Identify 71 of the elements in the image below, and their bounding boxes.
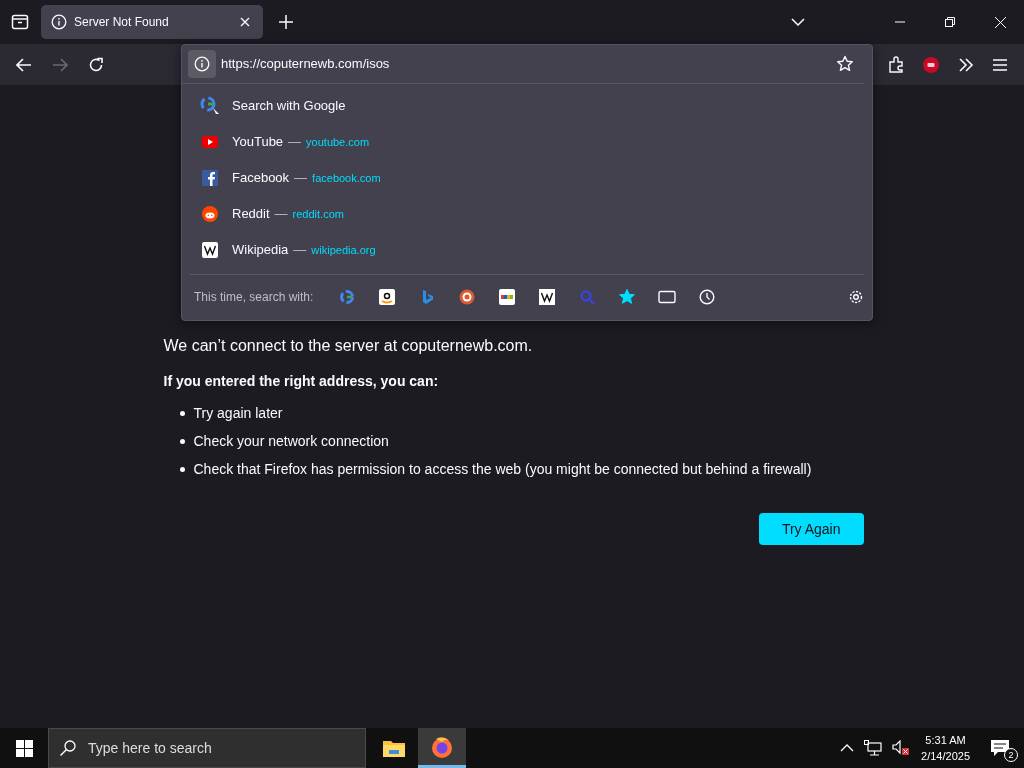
play-icon (200, 135, 220, 148)
google-icon (200, 95, 220, 116)
notification-icon[interactable] (990, 739, 1010, 757)
suggestion-item[interactable]: Wikipedia — wikipedia.org (182, 231, 872, 268)
separator-dash: — (288, 134, 302, 150)
suggestion-item[interactable]: Facebook — facebook.com (182, 159, 872, 196)
advice-item: Check that Firefox has permission to access the web (you might be connected but behind a firewall) (193, 461, 812, 477)
chevron-down-icon[interactable] (791, 18, 805, 26)
separator-dash: — (294, 170, 308, 186)
bullet-icon (179, 438, 185, 444)
suggestion-title: Reddit (232, 206, 270, 222)
suggestion-title: YouTube (232, 134, 284, 150)
error-message: We can’t connect to the server at coputernewb.com. (163, 337, 534, 355)
new-tab-icon[interactable] (279, 15, 293, 29)
search-with-label: This time, search with: (194, 290, 314, 305)
suggestion-title: Search with Google (232, 98, 346, 114)
separator-dash: — (293, 242, 307, 258)
clock-time[interactable]: 5:31 AM (925, 732, 966, 748)
advice-item: Try again later (193, 405, 283, 421)
advice-item: Check your network connection (193, 433, 389, 449)
taskbar-search-field[interactable]: Type here to search (48, 728, 366, 768)
amazon-icon[interactable] (379, 289, 396, 306)
close-icon[interactable] (239, 16, 251, 28)
bullet-icon (179, 410, 185, 416)
suggestion-url: reddit.com (292, 207, 344, 220)
suggestion-item[interactable]: Search with Google (182, 87, 872, 124)
fox-globe-icon (430, 734, 454, 759)
info-icon (194, 55, 210, 72)
restore-icon[interactable] (945, 17, 955, 27)
puzzle-piece-icon[interactable] (888, 56, 904, 73)
star-icon[interactable] (836, 54, 854, 73)
folder-icon (383, 739, 405, 757)
google-icon[interactable] (339, 289, 356, 306)
duckduckgo-icon[interactable] (459, 289, 476, 306)
ebay-icon[interactable] (499, 289, 516, 306)
network-icon[interactable] (864, 740, 883, 756)
suggestion-item[interactable]: Reddit — reddit.com (182, 195, 872, 232)
tab-icon[interactable] (658, 290, 677, 305)
suggestion-title: Wikipedia (232, 242, 289, 258)
star-icon[interactable] (618, 288, 637, 307)
history-icon[interactable] (699, 289, 716, 306)
alien-icon (200, 205, 220, 222)
back-arrow-icon[interactable] (16, 57, 32, 72)
suggestion-url: youtube.com (306, 135, 370, 148)
wikipedia-icon (200, 241, 220, 258)
info-icon (51, 14, 67, 30)
chevron-up-icon[interactable] (840, 744, 855, 752)
double-chevron-icon[interactable] (958, 57, 974, 72)
browser-tab[interactable]: Server Not Found (41, 5, 263, 39)
tab-list-icon[interactable] (11, 14, 29, 30)
firefox-button[interactable] (418, 728, 466, 768)
menu-icon[interactable] (992, 57, 1008, 72)
suggestion-item[interactable]: YouTube — youtube.com (182, 123, 872, 160)
facebook-icon (200, 169, 220, 186)
tab-title: Server Not Found (74, 15, 170, 29)
separator-dash: — (274, 206, 288, 222)
clock-date[interactable]: 2/14/2025 (921, 748, 970, 764)
suggestion-url: wikipedia.org (311, 243, 376, 256)
try-again-button[interactable]: Try Again (758, 513, 864, 545)
advice-title: If you entered the right address, you can: (163, 373, 440, 389)
muted-speaker-icon[interactable] (892, 740, 911, 756)
suggestion-url: facebook.com (312, 171, 381, 184)
reload-icon[interactable] (88, 56, 104, 73)
wikipedia-icon[interactable] (539, 289, 556, 306)
suggestion-title: Facebook (232, 170, 290, 186)
settings-icon[interactable] (848, 289, 864, 306)
windows-start-icon[interactable] (16, 739, 33, 757)
bullet-icon (179, 466, 185, 472)
close-icon[interactable] (995, 16, 1006, 28)
notification-badge: 2 (1004, 748, 1018, 762)
site-info-button[interactable] (188, 49, 216, 78)
